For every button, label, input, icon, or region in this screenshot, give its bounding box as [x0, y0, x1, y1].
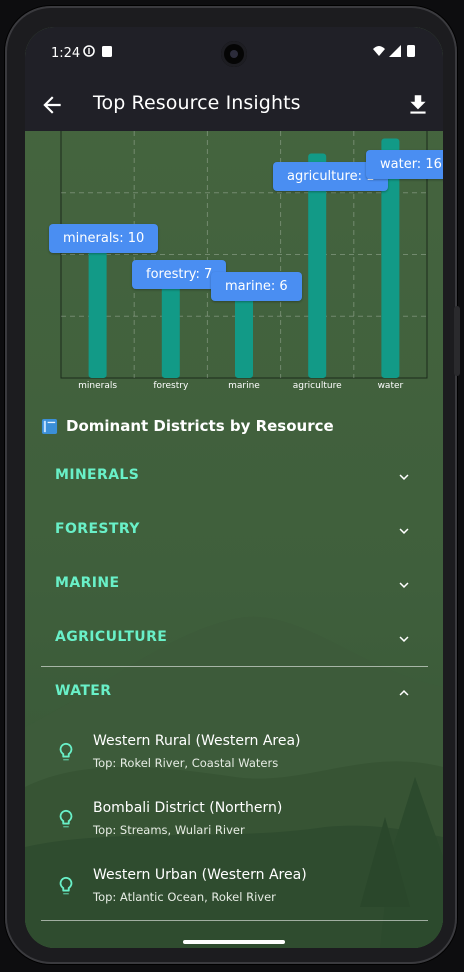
chevron-down-icon: [399, 474, 409, 480]
download-icon[interactable]: [405, 92, 431, 118]
x-tick-label: minerals: [78, 381, 118, 391]
list-item-district[interactable]: Western Urban (Western Area) Top: Atlant…: [55, 861, 415, 921]
chevron-up-icon: [399, 690, 409, 696]
lightbulb-icon: [59, 809, 73, 828]
x-tick-label: forestry: [153, 381, 189, 391]
home-indicator[interactable]: [183, 940, 285, 944]
bar-marine[interactable]: [235, 288, 253, 378]
divider: [41, 920, 428, 921]
district-name: Bombali District (Northern): [93, 800, 283, 816]
clock: 1:24: [51, 46, 81, 61]
side-button: [454, 306, 460, 376]
chevron-down-icon: [399, 582, 409, 588]
accordion-label: MINERALS: [55, 467, 140, 483]
bar-tooltip-marine: marine: 6: [211, 272, 302, 301]
chevron-down-icon: [399, 528, 409, 534]
blue-book-icon: [41, 418, 58, 434]
accordion-agriculture[interactable]: AGRICULTURE: [55, 612, 413, 666]
section-title: Dominant Districts by Resource: [66, 417, 334, 435]
district-top-sources: Top: Streams, Wulari River: [93, 823, 245, 837]
accordion-label: WATER: [55, 683, 112, 699]
accordion-minerals[interactable]: MINERALS: [55, 450, 413, 504]
accordion-label: FORESTRY: [55, 521, 140, 537]
accordion-label: MARINE: [55, 575, 120, 591]
front-camera: [221, 41, 247, 67]
x-tick-label: water: [377, 381, 404, 391]
accordion-label: AGRICULTURE: [55, 629, 168, 645]
page-title: Top Resource Insights: [93, 92, 301, 114]
status-notification-icons: [83, 43, 117, 62]
accordion-marine[interactable]: MARINE: [55, 558, 413, 612]
x-tick-label: marine: [228, 381, 260, 391]
lightbulb-icon: [59, 876, 73, 895]
bar-tooltip-water: water: 16: [366, 150, 443, 179]
district-name: Western Rural (Western Area): [93, 733, 301, 749]
section-heading: Dominant Districts by Resource: [41, 417, 334, 435]
accordion-water[interactable]: WATER: [55, 666, 413, 720]
resource-bar-chart: minerals: 10 forestry: 7 marine: 6 agricult…: [41, 131, 443, 391]
district-top-sources: Top: Rokel River, Coastal Waters: [93, 756, 279, 770]
district-name: Western Urban (Western Area): [93, 867, 307, 883]
app-bar: Top Resource Insights: [25, 79, 443, 131]
x-tick-label: agriculture: [292, 381, 342, 391]
screen: 1:24 Top Resource Insights minerals: 10 …: [25, 27, 443, 948]
status-bar: 1:24: [25, 27, 443, 79]
bar-tooltip-minerals: minerals: 10: [49, 224, 159, 253]
accordion-forestry[interactable]: FORESTRY: [55, 504, 413, 558]
phone-frame: 1:24 Top Resource Insights minerals: 10 …: [5, 6, 460, 964]
list-item-district[interactable]: Western Rural (Western Area) Top: Rokel …: [55, 727, 415, 787]
back-arrow-icon[interactable]: [39, 92, 65, 118]
lightbulb-icon: [59, 742, 73, 761]
district-top-sources: Top: Atlantic Ocean, Rokel River: [93, 890, 276, 904]
chevron-down-icon: [399, 636, 409, 642]
list-item-district[interactable]: Bombali District (Northern) Top: Streams…: [55, 794, 415, 854]
signal-battery-icons: [373, 45, 415, 57]
